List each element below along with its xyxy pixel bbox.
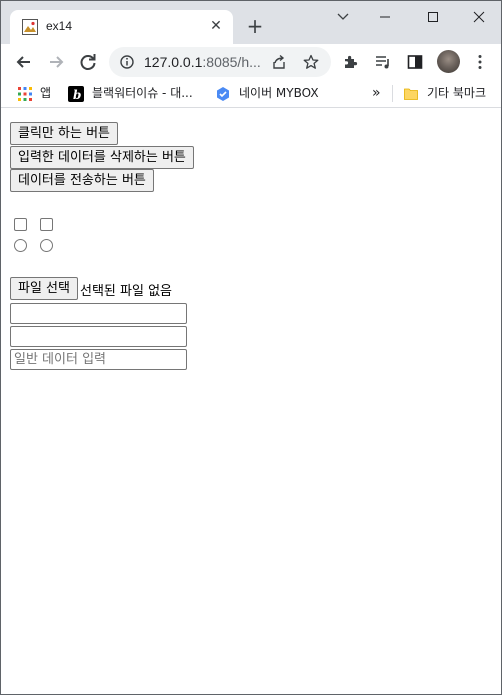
- click-only-button[interactable]: 클릭만 하는 버튼: [10, 122, 118, 145]
- close-tab-icon[interactable]: ✕: [208, 18, 224, 34]
- radio-2[interactable]: [40, 239, 53, 252]
- tab-search-icon[interactable]: [332, 7, 354, 27]
- bookmark-apps[interactable]: 앱: [40, 85, 51, 101]
- blackwater-logo-icon: b: [68, 86, 84, 102]
- mybox-logo-icon: [217, 87, 229, 101]
- maximize-icon[interactable]: [422, 7, 444, 27]
- info-icon[interactable]: [120, 55, 134, 69]
- star-icon[interactable]: [303, 54, 319, 70]
- address-bar[interactable]: 127.0.0.1:8085/h...: [109, 47, 331, 77]
- share-icon[interactable]: [271, 54, 287, 70]
- checkbox-1[interactable]: [14, 218, 27, 231]
- svg-text:b: b: [73, 88, 81, 102]
- bookmarks-bar: 앱 b 블랙워터이슈 - 대... 네이버 MYBOX » 기타 북마크: [1, 80, 501, 108]
- data-input[interactable]: [10, 349, 187, 370]
- file-status-text: 선택된 파일 없음: [80, 284, 172, 299]
- extensions-icon[interactable]: [342, 53, 360, 71]
- browser-toolbar: 127.0.0.1:8085/h...: [1, 44, 501, 80]
- folder-icon: [404, 88, 418, 100]
- minimize-icon[interactable]: [374, 7, 396, 27]
- browser-window: ex14 ✕ + 127.0.0.1:8085/h... 앱 b 블랙워터이슈 …: [0, 0, 502, 695]
- bookmark-mybox[interactable]: 네이버 MYBOX: [239, 85, 319, 101]
- reload-icon[interactable]: [77, 51, 99, 73]
- submit-button[interactable]: 데이터를 전송하는 버튼: [10, 169, 154, 192]
- menu-icon[interactable]: [471, 53, 489, 71]
- file-select-button[interactable]: 파일 선택: [10, 277, 78, 300]
- reset-button[interactable]: 입력한 데이터를 삭제하는 버튼: [10, 146, 194, 169]
- tab-strip: ex14 ✕ +: [1, 1, 501, 44]
- text-input-1[interactable]: [10, 303, 187, 324]
- tab-ex14[interactable]: ex14 ✕: [10, 10, 233, 44]
- bookmarks-divider: [392, 85, 393, 102]
- apps-grid-icon[interactable]: [17, 86, 33, 102]
- bookmark-blackwater[interactable]: 블랙워터이슈 - 대...: [92, 85, 193, 101]
- text-input-2[interactable]: [10, 326, 187, 347]
- url-text: 127.0.0.1:8085/h...: [144, 54, 261, 70]
- bookmarks-overflow-icon[interactable]: »: [372, 85, 381, 101]
- media-queue-icon[interactable]: [374, 53, 392, 71]
- checkbox-2[interactable]: [40, 218, 53, 231]
- url-path: :8085/h...: [202, 54, 261, 70]
- radio-1[interactable]: [14, 239, 27, 252]
- bookmark-other[interactable]: 기타 북마크: [427, 85, 486, 101]
- side-panel-icon[interactable]: [406, 53, 424, 71]
- page-content: 클릭만 하는 버튼 입력한 데이터를 삭제하는 버튼 데이터를 전송하는 버튼 …: [1, 108, 501, 694]
- url-host: 127.0.0.1: [144, 54, 203, 70]
- page-icon: [22, 19, 38, 35]
- close-window-icon[interactable]: [468, 7, 490, 27]
- tab-title: ex14: [46, 19, 73, 33]
- back-icon[interactable]: [13, 51, 35, 73]
- profile-avatar[interactable]: [437, 50, 460, 73]
- forward-icon[interactable]: [45, 51, 67, 73]
- new-tab-icon[interactable]: +: [245, 16, 265, 36]
